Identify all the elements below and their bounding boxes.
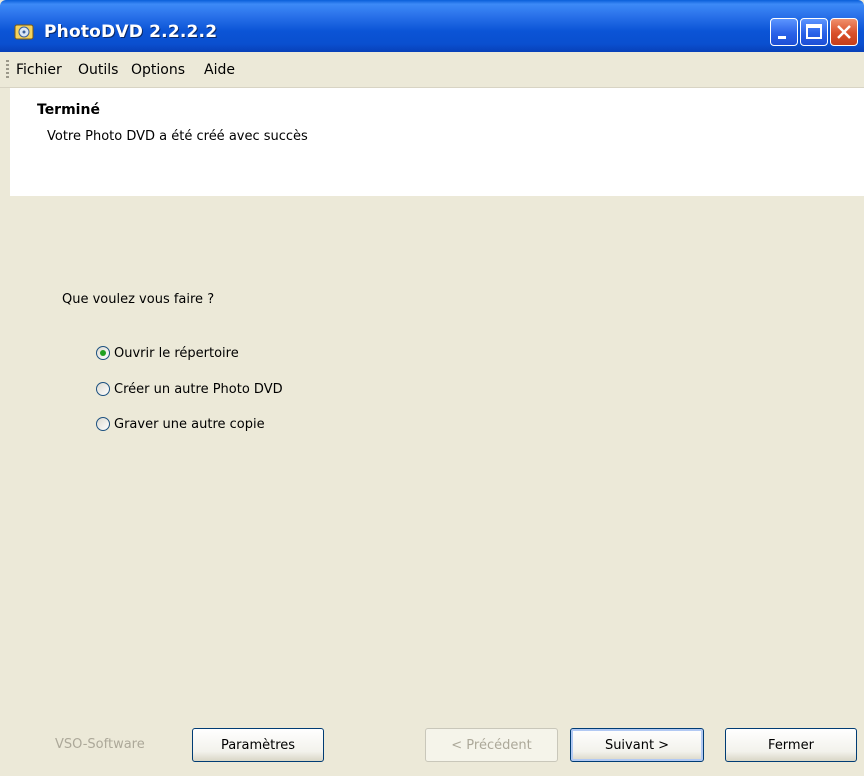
menu-options[interactable]: Options bbox=[131, 62, 185, 78]
option-burn-copy[interactable]: Graver une autre copie bbox=[96, 414, 265, 434]
close-window-button[interactable]: Fermer bbox=[725, 728, 857, 762]
close-icon bbox=[837, 25, 851, 39]
previous-button[interactable]: < Précédent bbox=[425, 728, 558, 762]
close-button[interactable] bbox=[830, 18, 858, 46]
option-label: Ouvrir le répertoire bbox=[114, 345, 239, 361]
radio-button[interactable] bbox=[96, 382, 110, 396]
option-create-another[interactable]: Créer un autre Photo DVD bbox=[96, 379, 283, 399]
toolbar-grip[interactable] bbox=[6, 60, 9, 80]
minimize-button[interactable] bbox=[770, 18, 798, 46]
menu-bar: Fichier Outils Options Aide bbox=[0, 52, 864, 88]
photodvd-window: PhotoDVD 2.2.2.2 Fichier Outils Options … bbox=[0, 0, 864, 776]
vso-software-label: VSO-Software bbox=[55, 737, 145, 752]
settings-button[interactable]: Paramètres bbox=[192, 728, 324, 762]
question-label: Que voulez vous faire ? bbox=[62, 292, 215, 307]
page-subtitle: Votre Photo DVD a été créé avec succès bbox=[47, 129, 308, 144]
menu-outils[interactable]: Outils bbox=[78, 62, 118, 78]
photodvd-app-icon[interactable] bbox=[14, 23, 36, 41]
title-bar[interactable]: PhotoDVD 2.2.2.2 bbox=[0, 0, 864, 52]
menu-fichier[interactable]: Fichier bbox=[16, 62, 62, 78]
option-label: Créer un autre Photo DVD bbox=[114, 381, 283, 397]
menu-aide[interactable]: Aide bbox=[204, 62, 235, 78]
window-title: PhotoDVD 2.2.2.2 bbox=[44, 22, 218, 42]
maximize-icon bbox=[806, 24, 822, 39]
radio-button-checked[interactable] bbox=[96, 346, 110, 360]
option-open-folder[interactable]: Ouvrir le répertoire bbox=[96, 343, 239, 363]
radio-button[interactable] bbox=[96, 417, 110, 431]
minimize-icon bbox=[778, 36, 786, 39]
header-panel: Terminé Votre Photo DVD a été créé avec … bbox=[10, 88, 864, 196]
page-title: Terminé bbox=[37, 102, 100, 118]
next-button[interactable]: Suivant > bbox=[570, 728, 704, 762]
maximize-button[interactable] bbox=[800, 18, 828, 46]
option-label: Graver une autre copie bbox=[114, 416, 265, 432]
